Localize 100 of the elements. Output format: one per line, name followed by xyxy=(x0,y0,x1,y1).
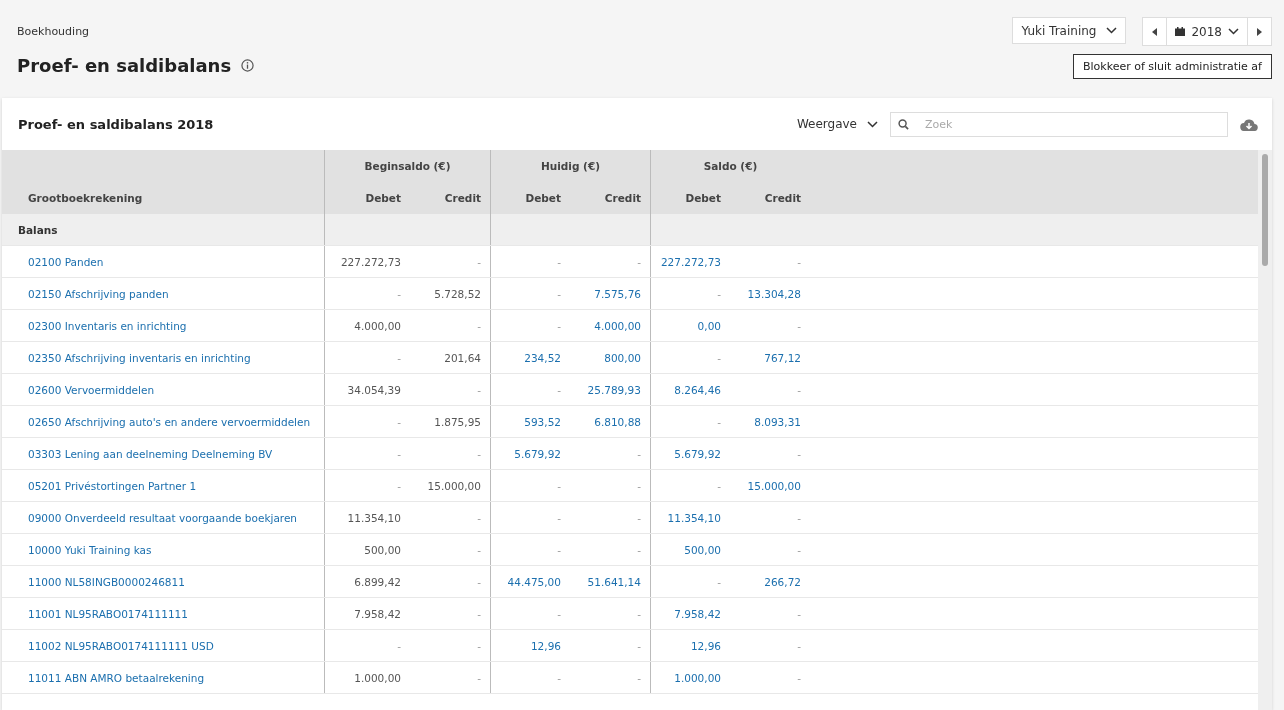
column-header[interactable]: Debet xyxy=(365,192,401,204)
amount-link[interactable]: 11.354,10 xyxy=(667,511,721,524)
amount-link[interactable]: 6.810,88 xyxy=(594,415,641,428)
account-link[interactable]: 02650 Afschrijving auto's en andere vervoermiddelen xyxy=(28,415,311,428)
column-header[interactable]: Grootboekrekening xyxy=(28,192,143,204)
amount-cell: 15.000,00 xyxy=(427,479,481,492)
amount-cell: - xyxy=(797,511,801,524)
amount-cell: - xyxy=(557,383,561,396)
amount-cell: - xyxy=(717,415,721,428)
account-link[interactable]: 02600 Vervoermiddelen xyxy=(28,383,155,396)
amount-cell: - xyxy=(637,255,641,268)
amount-cell: 500,00 xyxy=(364,543,401,556)
amount-cell: - xyxy=(717,479,721,492)
amount-cell: - xyxy=(717,575,721,588)
amount-cell: - xyxy=(557,255,561,268)
amount-cell: - xyxy=(477,543,481,556)
amount-cell: - xyxy=(477,575,481,588)
breadcrumb[interactable]: Boekhouding xyxy=(17,25,90,38)
amount-link[interactable]: 44.475,00 xyxy=(507,575,561,588)
amount-cell: - xyxy=(557,607,561,620)
column-group-header: Saldo (€) xyxy=(650,150,810,182)
amount-cell: - xyxy=(797,383,801,396)
section-label: Balans xyxy=(18,223,58,236)
amount-link[interactable]: 8.264,46 xyxy=(674,383,721,396)
amount-cell: 227.272,73 xyxy=(340,255,401,268)
account-link[interactable]: 02100 Panden xyxy=(28,255,104,268)
amount-link[interactable]: 5.679,92 xyxy=(674,447,721,460)
amount-link[interactable]: 13.304,28 xyxy=(747,287,801,300)
cloud-download-icon[interactable] xyxy=(1240,117,1258,131)
amount-cell: - xyxy=(637,447,641,460)
amount-cell: - xyxy=(557,287,561,300)
account-link[interactable]: 10000 Yuki Training kas xyxy=(28,543,152,556)
amount-cell: - xyxy=(637,479,641,492)
view-dropdown[interactable]: Weergave xyxy=(796,117,878,131)
amount-cell: - xyxy=(797,255,801,268)
amount-link[interactable]: 227.272,73 xyxy=(660,255,721,268)
amount-link[interactable]: 4.000,00 xyxy=(594,319,641,332)
amount-link[interactable]: 12,96 xyxy=(530,639,561,652)
amount-cell: 5.728,52 xyxy=(434,287,481,300)
account-link[interactable]: 02150 Afschrijving panden xyxy=(28,287,169,300)
amount-link[interactable]: 5.679,92 xyxy=(514,447,561,460)
amount-link[interactable]: 266,72 xyxy=(764,575,801,588)
amount-link[interactable]: 51.641,14 xyxy=(587,575,641,588)
amount-cell: - xyxy=(397,287,401,300)
panel-title: Proef- en saldibalans 2018 xyxy=(18,116,214,132)
amount-link[interactable]: 767,12 xyxy=(764,351,801,364)
column-header[interactable]: Debet xyxy=(525,192,561,204)
amount-cell: - xyxy=(797,319,801,332)
amount-cell: 1.000,00 xyxy=(354,671,401,684)
amount-cell: - xyxy=(557,543,561,556)
triangle-left-icon xyxy=(1152,27,1158,36)
column-header[interactable]: Credit xyxy=(444,192,481,204)
scrollbar-thumb[interactable] xyxy=(1262,154,1268,266)
column-header[interactable]: Debet xyxy=(685,192,721,204)
amount-cell: 201,64 xyxy=(444,351,481,364)
amount-link[interactable]: 25.789,93 xyxy=(587,383,641,396)
amount-cell: - xyxy=(637,671,641,684)
amount-link[interactable]: 1.000,00 xyxy=(674,671,721,684)
search-field[interactable]: Zoek xyxy=(890,111,1228,137)
company-dropdown[interactable]: Yuki Training xyxy=(1012,17,1127,44)
amount-cell: - xyxy=(637,639,641,652)
amount-cell: 7.958,42 xyxy=(354,607,401,620)
amount-cell: - xyxy=(477,319,481,332)
amount-link[interactable]: 234,52 xyxy=(524,351,561,364)
amount-cell: - xyxy=(797,607,801,620)
account-link[interactable]: 11000 NL58INGB0000246811 xyxy=(28,575,185,588)
amount-link[interactable]: 15.000,00 xyxy=(747,479,801,492)
account-link[interactable]: 03303 Lening aan deelneming Deelneming BV xyxy=(28,447,273,460)
amount-cell: - xyxy=(397,479,401,492)
amount-cell: - xyxy=(477,255,481,268)
amount-cell: - xyxy=(477,447,481,460)
chevron-down-icon xyxy=(867,120,878,128)
triangle-right-icon xyxy=(1257,27,1262,36)
amount-link[interactable]: 7.575,76 xyxy=(594,287,641,300)
account-link[interactable]: 05201 Privéstortingen Partner 1 xyxy=(28,479,197,492)
column-header[interactable]: Credit xyxy=(604,192,641,204)
account-link[interactable]: 11011 ABN AMRO betaalrekening xyxy=(28,671,205,684)
amount-link[interactable]: 800,00 xyxy=(604,351,641,364)
amount-link[interactable]: 0,00 xyxy=(697,319,721,332)
amount-cell: - xyxy=(637,543,641,556)
amount-cell: - xyxy=(797,543,801,556)
amount-link[interactable]: 7.958,42 xyxy=(674,607,721,620)
calendar-icon xyxy=(1175,27,1186,36)
amount-cell: - xyxy=(397,351,401,364)
account-link[interactable]: 11001 NL95RABO0174111111 xyxy=(28,607,188,620)
amount-cell: 11.354,10 xyxy=(347,511,401,524)
amount-cell: - xyxy=(477,383,481,396)
amount-link[interactable]: 8.093,31 xyxy=(754,415,801,428)
amount-link[interactable]: 12,96 xyxy=(690,639,721,652)
amount-cell: - xyxy=(477,511,481,524)
amount-cell: - xyxy=(397,447,401,460)
chevron-down-icon xyxy=(1106,27,1118,34)
amount-link[interactable]: 593,52 xyxy=(524,415,561,428)
info-icon[interactable] xyxy=(241,59,255,72)
account-link[interactable]: 02350 Afschrijving inventaris en inrichting xyxy=(28,351,251,364)
account-link[interactable]: 02300 Inventaris en inrichting xyxy=(28,319,187,332)
amount-link[interactable]: 500,00 xyxy=(684,543,721,556)
account-link[interactable]: 11002 NL95RABO0174111111 USD xyxy=(28,639,214,652)
account-link[interactable]: 09000 Onverdeeld resultaat voorgaande boekjaren xyxy=(28,511,298,524)
column-header[interactable]: Credit xyxy=(764,192,801,204)
